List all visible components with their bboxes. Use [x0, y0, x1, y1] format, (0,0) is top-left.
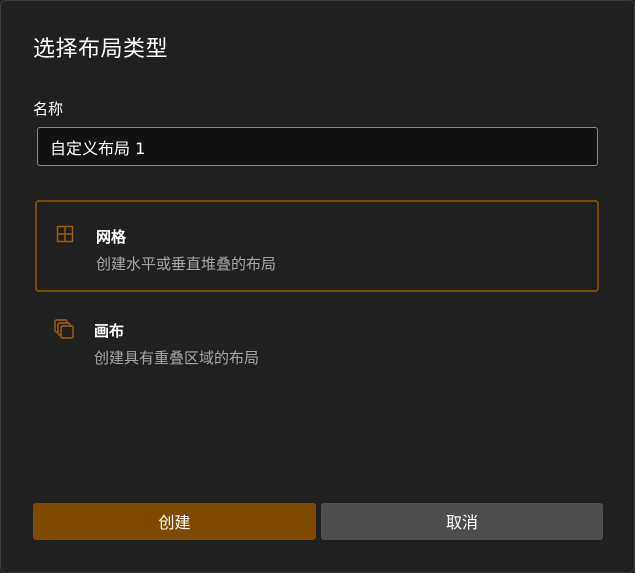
layout-type-dialog: 选择布局类型 名称 网格 创建水平或垂直堆叠的布局 画布 创建具有重叠区域的布局…: [0, 0, 635, 573]
cancel-button[interactable]: 取消: [321, 503, 603, 540]
name-label: 名称: [33, 100, 64, 118]
grid-icon: [56, 225, 74, 243]
option-grid-title: 网格: [96, 228, 127, 246]
canvas-icon: [54, 319, 74, 339]
option-canvas-description: 创建具有重叠区域的布局: [94, 349, 260, 367]
name-input[interactable]: [37, 127, 598, 166]
option-canvas[interactable]: 画布 创建具有重叠区域的布局: [35, 296, 599, 388]
dialog-title: 选择布局类型: [33, 37, 169, 62]
option-canvas-title: 画布: [94, 322, 125, 340]
create-button[interactable]: 创建: [33, 503, 316, 540]
option-grid[interactable]: 网格 创建水平或垂直堆叠的布局: [35, 200, 599, 292]
option-grid-description: 创建水平或垂直堆叠的布局: [96, 255, 277, 273]
